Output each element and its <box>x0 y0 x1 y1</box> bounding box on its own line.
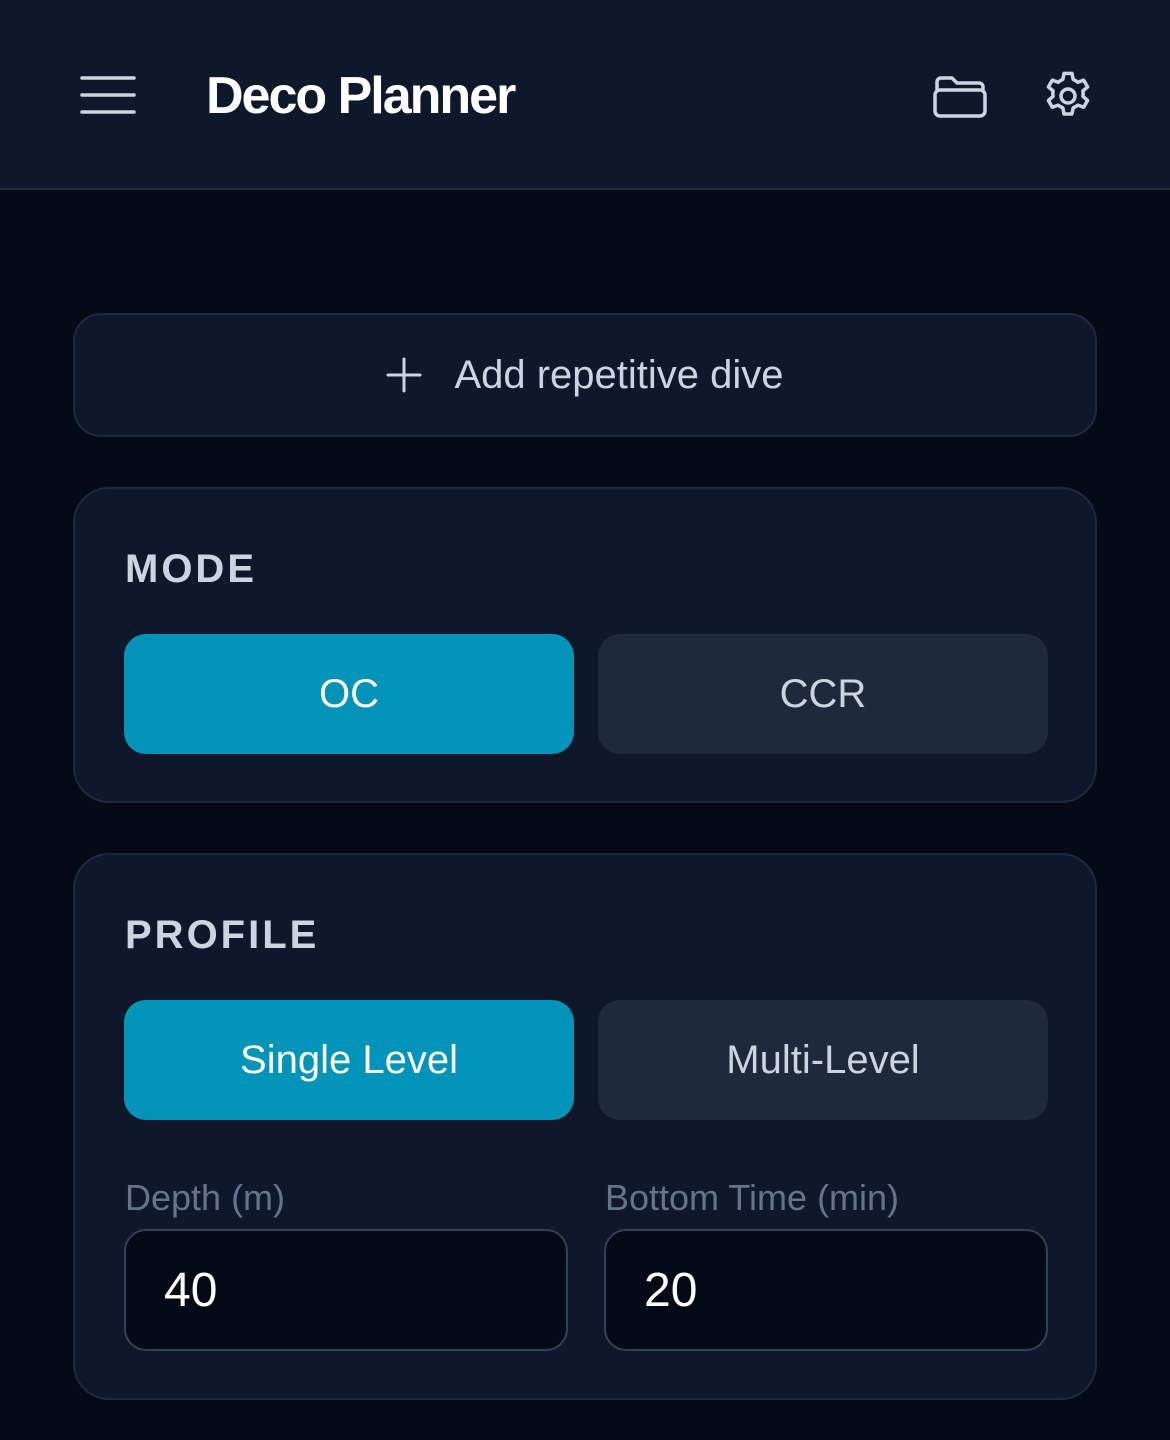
profile-card: PROFILE Single Level Multi-Level Depth (… <box>73 853 1097 1400</box>
gear-icon <box>1040 68 1098 124</box>
profile-single-level-button[interactable]: Single Level <box>124 1000 574 1120</box>
mode-ccr-button[interactable]: CCR <box>598 634 1048 754</box>
open-plan-button[interactable] <box>931 68 989 124</box>
mode-oc-button[interactable]: OC <box>124 634 574 754</box>
profile-multi-level-button[interactable]: Multi-Level <box>598 1000 1048 1120</box>
depth-input[interactable] <box>124 1229 568 1351</box>
folder-open-icon <box>931 68 989 124</box>
plus-icon <box>386 357 422 393</box>
profile-section-label: PROFILE <box>125 913 320 957</box>
top-app-bar: Deco Planner <box>0 0 1170 190</box>
hamburger-menu-icon <box>78 72 138 118</box>
settings-button[interactable] <box>1040 68 1098 124</box>
add-repetitive-dive-button[interactable]: Add repetitive dive <box>73 313 1097 437</box>
depth-label: Depth (m) <box>125 1177 286 1218</box>
add-repetitive-dive-label: Add repetitive dive <box>454 352 784 397</box>
menu-button[interactable] <box>78 72 138 118</box>
mode-card: MODE OC CCR <box>73 487 1097 803</box>
app-title: Deco Planner <box>206 67 516 125</box>
app-root: Deco Planner Add repetitive dive MODE OC… <box>0 0 1170 1440</box>
bottom-time-input[interactable] <box>604 1229 1048 1351</box>
mode-section-label: MODE <box>125 547 257 591</box>
bottom-time-label: Bottom Time (min) <box>605 1177 900 1218</box>
